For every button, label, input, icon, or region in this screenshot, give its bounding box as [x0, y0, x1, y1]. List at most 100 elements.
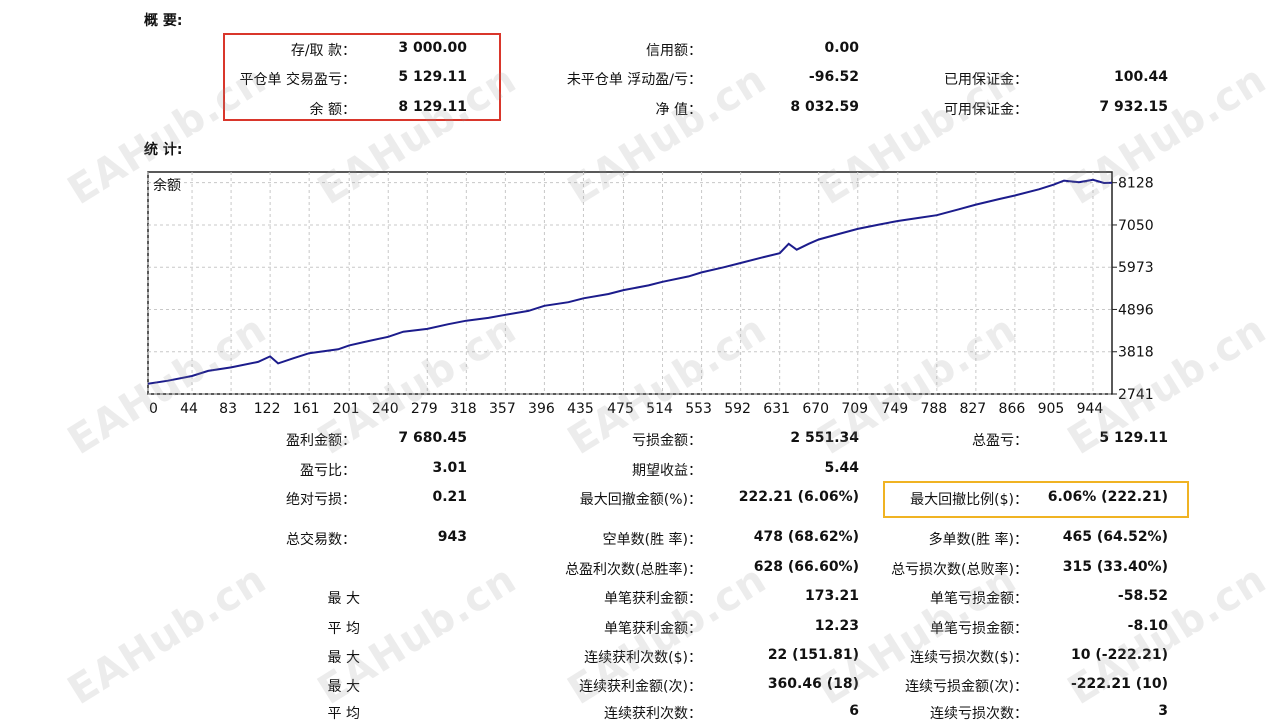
profit-trades-value: 628 (66.60%) — [753, 559, 859, 575]
x-tick-label: 122 — [254, 401, 281, 417]
max-consec-losses-value: 10 (-222.21) — [1071, 647, 1168, 663]
x-tick-label: 749 — [881, 401, 908, 417]
x-tick-label: 514 — [646, 401, 673, 417]
avg-consec-losses-value: 3 — [1158, 703, 1168, 719]
max-label-3: 最 大 — [327, 679, 360, 695]
x-tick-label: 475 — [607, 401, 634, 417]
max-consec-wins-value: 22 (151.81) — [767, 647, 859, 663]
x-tick-label: 944 — [1077, 401, 1104, 417]
equity-label: 净 值： — [655, 102, 702, 118]
max-label-1: 最 大 — [327, 591, 360, 607]
total-pl-label: 总盈亏： — [972, 433, 1028, 449]
closed-pl-label: 平仓单 交易盈亏： — [239, 72, 356, 88]
short-trades-value: 478 (68.62%) — [753, 529, 859, 545]
avg-profit-value: 12.23 — [814, 618, 859, 634]
avg-consec-wins-label: 连续获利次数： — [604, 706, 702, 722]
x-tick-label: 553 — [685, 401, 712, 417]
y-tick-label: 5973 — [1118, 260, 1154, 276]
long-trades-label: 多单数(胜 率)： — [928, 532, 1028, 548]
x-tick-label: 318 — [450, 401, 477, 417]
x-tick-label: 592 — [724, 401, 751, 417]
max-label-2: 最 大 — [327, 650, 360, 666]
profit-factor-value: 3.01 — [432, 460, 467, 476]
x-tick-label: 201 — [333, 401, 360, 417]
x-tick-label: 866 — [999, 401, 1026, 417]
gross-loss-value: 2 551.34 — [790, 430, 859, 446]
x-tick-label: 709 — [841, 401, 868, 417]
max-consec-wins-label: 连续获利次数($)： — [584, 650, 702, 666]
closed-pl-value: 5 129.11 — [398, 69, 467, 85]
total-trades-value: 943 — [437, 529, 467, 545]
largest-loss-value: -58.52 — [1117, 588, 1168, 604]
gross-profit-value: 7 680.45 — [398, 430, 467, 446]
avg-profit-label: 单笔获利金额： — [604, 621, 702, 637]
max-drawdown-value: 222.21 (6.06%) — [738, 489, 859, 505]
relative-drawdown-label: 最大回撤比例($)： — [910, 492, 1028, 508]
margin-label: 已用保证金： — [944, 72, 1028, 88]
x-tick-label: 435 — [567, 401, 594, 417]
gross-loss-label: 亏损金额： — [632, 433, 702, 449]
largest-profit-label: 单笔获利金额： — [604, 591, 702, 607]
total-trades-label: 总交易数： — [286, 532, 356, 548]
free-margin-value: 7 932.15 — [1099, 99, 1168, 115]
x-tick-label: 161 — [293, 401, 320, 417]
expected-payoff-value: 5.44 — [824, 460, 859, 476]
avg-loss-value: -8.10 — [1127, 618, 1168, 634]
gross-profit-label: 盈利金额： — [286, 433, 356, 449]
max-consec-profit-value: 360.46 (18) — [767, 676, 859, 692]
y-tick-label: 7050 — [1118, 218, 1154, 234]
balance-label: 余 额： — [309, 102, 356, 118]
expected-payoff-label: 期望收益： — [632, 463, 702, 479]
y-tick-label: 2741 — [1118, 387, 1154, 403]
x-tick-label: 279 — [411, 401, 438, 417]
short-trades-label: 空单数(胜 率)： — [602, 532, 702, 548]
floating-label: 未平仓单 浮动盈/亏： — [566, 72, 702, 88]
x-tick-label: 631 — [763, 401, 790, 417]
floating-value: -96.52 — [808, 69, 859, 85]
avg-label-2: 平 均 — [327, 706, 360, 722]
deposit-value: 3 000.00 — [398, 40, 467, 56]
y-tick-label: 8128 — [1118, 176, 1154, 192]
x-tick-label: 905 — [1038, 401, 1065, 417]
margin-value: 100.44 — [1113, 69, 1168, 85]
stats-section-title: 统 计: — [144, 142, 183, 158]
watermark: EAHub.cn — [60, 556, 275, 715]
x-tick-label: 788 — [920, 401, 947, 417]
avg-label-1: 平 均 — [327, 621, 360, 637]
credit-value: 0.00 — [824, 40, 859, 56]
x-tick-label: 83 — [219, 401, 237, 417]
x-tick-label: 0 — [149, 401, 158, 417]
profit-factor-label: 盈亏比： — [300, 463, 356, 479]
y-tick-label: 3818 — [1118, 345, 1154, 361]
long-trades-value: 465 (64.52%) — [1062, 529, 1168, 545]
chart-plot-area — [147, 171, 1113, 395]
avg-loss-label: 单笔亏损金额： — [930, 621, 1028, 637]
absolute-drawdown-label: 绝对亏损： — [286, 492, 356, 508]
credit-label: 信用额： — [646, 43, 702, 59]
relative-drawdown-value: 6.06% (222.21) — [1047, 489, 1168, 505]
largest-profit-value: 173.21 — [804, 588, 859, 604]
avg-consec-losses-label: 连续亏损次数： — [930, 706, 1028, 722]
loss-trades-label: 总亏损次数(总败率)： — [891, 562, 1028, 578]
max-consec-loss-value: -222.21 (10) — [1071, 676, 1168, 692]
largest-loss-label: 单笔亏损金额： — [930, 591, 1028, 607]
free-margin-label: 可用保证金： — [944, 102, 1028, 118]
x-tick-label: 396 — [528, 401, 555, 417]
chart-title: 余额 — [153, 177, 181, 194]
max-drawdown-label: 最大回撤金额(%)： — [579, 492, 702, 508]
absolute-drawdown-value: 0.21 — [432, 489, 467, 505]
total-pl-value: 5 129.11 — [1099, 430, 1168, 446]
max-consec-losses-label: 连续亏损次数($)： — [910, 650, 1028, 666]
avg-consec-wins-value: 6 — [849, 703, 859, 719]
x-tick-label: 240 — [372, 401, 399, 417]
x-tick-label: 357 — [489, 401, 516, 417]
x-tick-label: 670 — [802, 401, 829, 417]
x-tick-label: 44 — [180, 401, 198, 417]
max-consec-loss-label: 连续亏损金额(次)： — [905, 679, 1028, 695]
deposit-label: 存/取 款： — [290, 43, 356, 59]
y-tick-label: 4896 — [1118, 302, 1154, 318]
balance-value: 8 129.11 — [398, 99, 467, 115]
max-consec-profit-label: 连续获利金额(次)： — [579, 679, 702, 695]
summary-section-title: 概 要: — [144, 13, 183, 29]
loss-trades-value: 315 (33.40%) — [1062, 559, 1168, 575]
